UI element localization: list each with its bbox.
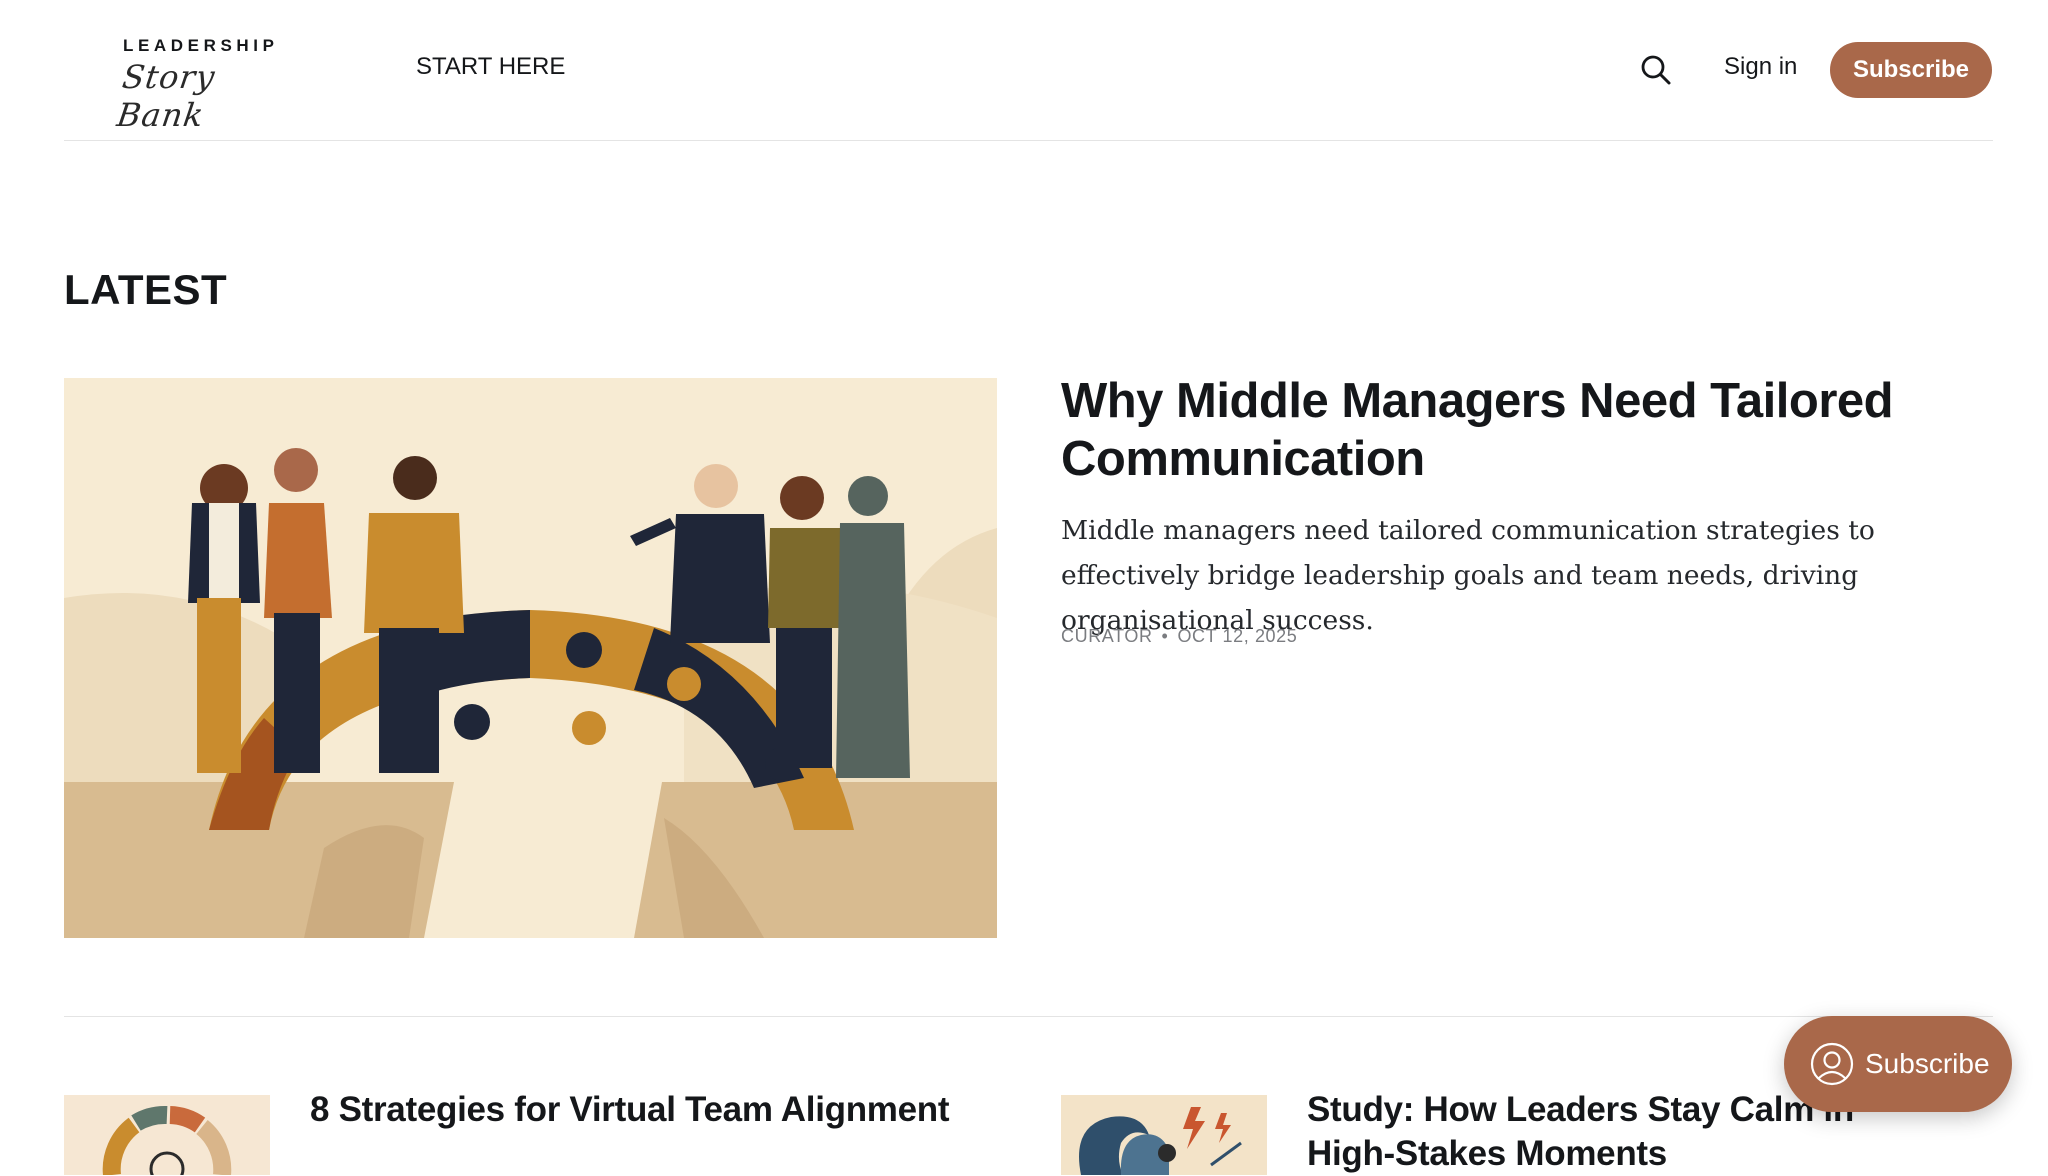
feature-date: OCT 12, 2025: [1177, 626, 1298, 646]
card-title[interactable]: 8 Strategies for Virtual Team Alignment: [310, 1088, 1010, 1132]
feature-meta: CURATOR • OCT 12, 2025: [1061, 626, 1297, 647]
subscribe-button[interactable]: Subscribe: [1830, 42, 1992, 98]
search-icon[interactable]: [1640, 54, 1672, 86]
card-thumbnail[interactable]: [64, 1095, 270, 1175]
floating-subscribe-button[interactable]: Subscribe: [1784, 1016, 2012, 1112]
meta-separator: •: [1161, 626, 1169, 646]
feature-author[interactable]: CURATOR: [1061, 626, 1153, 646]
logo-wordmark: LEADERSHIP: [123, 36, 279, 55]
section-title-latest: LATEST: [64, 266, 228, 313]
feature-excerpt: Middle managers need tailored communicat…: [1061, 515, 1875, 636]
header-divider: [64, 140, 1993, 141]
logo-script: Story Bank: [114, 58, 218, 134]
user-icon: [1810, 1042, 1854, 1086]
signin-link[interactable]: Sign in: [1724, 53, 1797, 81]
section-divider: [64, 1016, 1993, 1017]
site-header: LEADERSHIP Story Bank START HERE Sign in…: [0, 0, 2048, 141]
feature-image[interactable]: [64, 378, 997, 938]
card-thumbnail[interactable]: [1061, 1095, 1267, 1175]
feature-title[interactable]: Why Middle Managers Need Tailored Commun…: [1061, 372, 1961, 488]
nav-start-here[interactable]: START HERE: [416, 53, 565, 81]
site-logo[interactable]: LEADERSHIP Story Bank: [115, 36, 274, 134]
floating-subscribe-label: Subscribe: [1865, 1048, 1990, 1079]
